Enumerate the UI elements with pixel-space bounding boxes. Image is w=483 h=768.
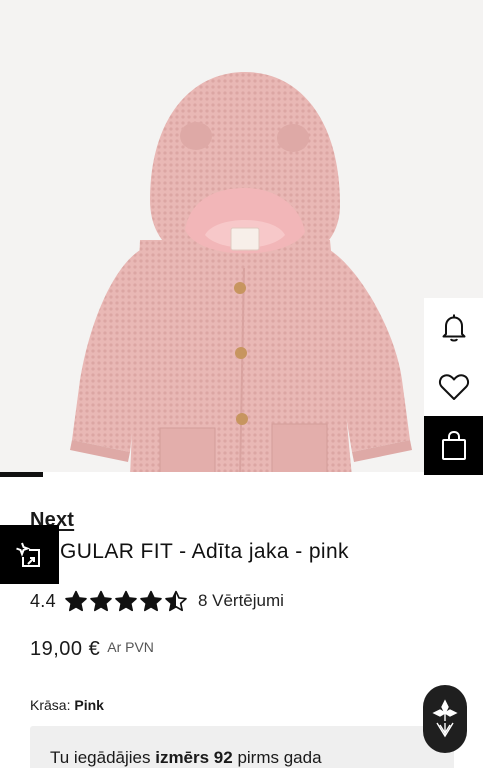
side-actions [424, 298, 483, 475]
gallery-progress-fill [0, 472, 44, 477]
assistant-button[interactable] [423, 685, 467, 753]
notice-pre: Tu iegādājies [50, 748, 156, 767]
reviews-link[interactable]: 8 Vērtējumi [198, 591, 284, 611]
color-row: Krāsa: Pink [30, 697, 104, 713]
product-title-wrap: REGULAR FIT - Adīta jaka - pink [30, 540, 470, 568]
product-photo [70, 72, 412, 477]
price: 19,00 € [30, 638, 101, 660]
purchase-history-notice: Tu iegādājies izmērs 92 pirms gada [30, 726, 454, 768]
vat-label: Ar PVN [107, 639, 154, 655]
notice-text: Tu iegādājies izmērs 92 pirms gada [50, 748, 322, 768]
shopping-bag-icon [441, 430, 466, 460]
add-to-bag-button[interactable] [424, 416, 483, 475]
compare-button[interactable] [0, 525, 59, 584]
rating-value: 4.4 [30, 590, 56, 611]
rating-stars [64, 590, 188, 612]
notify-button[interactable] [424, 298, 483, 357]
gallery-progress-track [0, 472, 483, 477]
color-label: Krāsa: [30, 697, 71, 713]
color-value: Pink [74, 697, 104, 713]
rating-row[interactable]: 4.4 8 Vērtējumi [30, 588, 284, 614]
star-full-icon [65, 590, 87, 612]
wishlist-button[interactable] [424, 357, 483, 416]
notice-size: izmērs 92 [155, 748, 233, 767]
bell-icon [442, 314, 465, 341]
compare-sparkle-icon [15, 542, 40, 567]
product-image-gallery[interactable] [0, 0, 483, 477]
notice-post: pirms gada [232, 748, 322, 767]
heart-icon [438, 373, 469, 400]
star-half-icon [165, 590, 187, 612]
product-title: REGULAR FIT - Adīta jaka - pink [30, 540, 349, 563]
star-full-icon [115, 590, 137, 612]
assistant-logo-icon [432, 699, 458, 738]
star-full-icon [140, 590, 162, 612]
price-row: 19,00 € Ar PVN [30, 638, 154, 661]
star-full-icon [90, 590, 112, 612]
